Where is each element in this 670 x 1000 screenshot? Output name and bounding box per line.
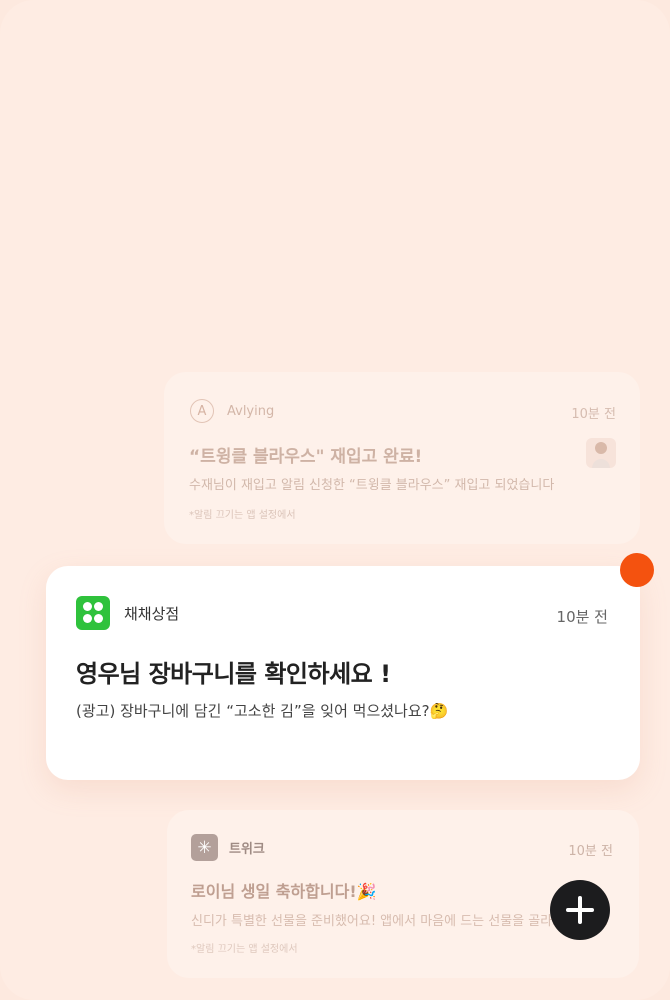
notification-header: A Avlying [190,399,274,423]
notification-footer: *알림 끄기는 앱 설정에서 [189,510,296,521]
avlying-logo-icon: A [190,399,214,423]
notification-header: ✳ 트위크 [191,834,265,861]
app-name: 트위크 [229,842,265,857]
notification-body: 수재님이 재입고 알림 신청한 “트윙클 블라우스” 재입고 되었습니다 [189,478,555,493]
notification-title: “트윙클 블라우스" 재입고 완료! [189,447,423,467]
add-button[interactable] [550,880,610,940]
plus-icon [566,896,594,924]
tweak-asterisk-icon: ✳ [191,834,218,861]
notification-title: 로이님 생일 축하합니다!🎉 [191,882,377,901]
notification-card-chaechae[interactable]: 채채상점 10분 전 영우님 장바구니를 확인하세요 ! (광고) 장바구니에 … [46,566,640,780]
notification-body: (광고) 장바구니에 담긴 “고소한 김”을 잊어 먹으셨나요?🤔 [76,702,449,720]
notification-header: 채채상점 [76,596,179,630]
notification-body: 신디가 특별한 선물을 준비했어요! 앱에서 마음에 드는 선물을 골라보세요 … [191,914,609,929]
chaechae-store-icon [76,596,110,630]
app-name: Avlying [227,403,275,419]
notification-time: 10분 전 [568,844,613,859]
app-name: 채채상점 [124,604,180,623]
notification-title: 영우님 장바구니를 확인하세요 ! [76,660,391,688]
notification-card-avlying[interactable]: A Avlying 10분 전 “트윙클 블라우스" 재입고 완료! 수재님이 … [164,372,640,544]
notification-footer: *알림 끄기는 앱 설정에서 [191,944,298,955]
notification-time: 10분 전 [571,407,616,422]
notification-time: 10분 전 [556,608,608,626]
unread-badge [620,553,654,587]
notification-stack-screen: A Avlying 10분 전 “트윙클 블라우스" 재입고 완료! 수재님이 … [0,0,670,1000]
product-thumbnail-image [586,438,616,468]
